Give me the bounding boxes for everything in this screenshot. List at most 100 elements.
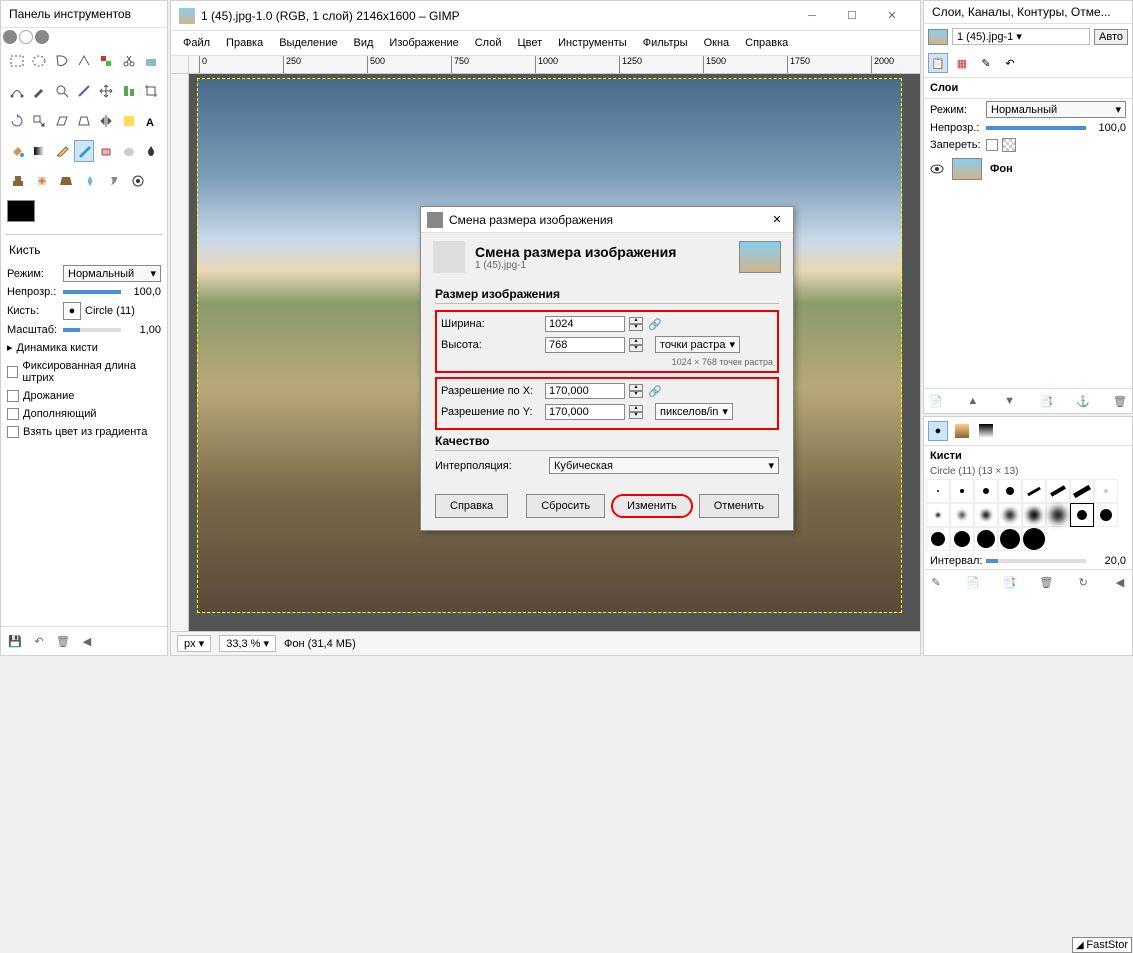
width-spinner[interactable]: ▴▾: [629, 317, 643, 331]
cancel-button[interactable]: Отменить: [699, 494, 779, 518]
raise-layer-icon[interactable]: ▲: [965, 393, 981, 409]
menu-filters[interactable]: Фильтры: [635, 33, 696, 53]
paintbrush-tool[interactable]: [74, 140, 94, 162]
channels-tab-icon[interactable]: ▦: [952, 53, 972, 73]
pencil-tool[interactable]: [52, 140, 72, 162]
brush-preview-icon[interactable]: ●: [63, 302, 81, 320]
layer-row[interactable]: Фон: [924, 154, 1132, 184]
fixed-length-checkbox[interactable]: [7, 366, 18, 378]
res-unit-select[interactable]: пикселов/in▾: [655, 403, 733, 420]
height-input[interactable]: [545, 337, 625, 353]
layers-tab-icon[interactable]: 📋: [928, 53, 948, 73]
patterns-tab-icon[interactable]: [952, 421, 972, 441]
measure-tool[interactable]: [74, 80, 94, 102]
res-y-spinner[interactable]: ▴▾: [629, 405, 643, 419]
clone-tool[interactable]: [7, 170, 29, 192]
interval-slider[interactable]: [986, 559, 1086, 563]
brush-cell[interactable]: [950, 527, 974, 551]
ink-tool[interactable]: [141, 140, 161, 162]
brush-cell[interactable]: [998, 479, 1022, 503]
bucket-fill-tool[interactable]: [7, 140, 27, 162]
scale-tool[interactable]: [29, 110, 49, 132]
edit-brush-icon[interactable]: ✎: [928, 574, 944, 590]
visibility-icon[interactable]: [930, 162, 944, 176]
expand-icon[interactable]: ▸: [7, 341, 13, 354]
reset-options-icon[interactable]: ◀: [79, 633, 95, 649]
lock-pixels-checkbox[interactable]: [986, 139, 998, 151]
heal-tool[interactable]: [31, 170, 53, 192]
align-tool[interactable]: [118, 80, 138, 102]
gradients-tab-icon[interactable]: [976, 421, 996, 441]
brush-cell[interactable]: [1046, 479, 1070, 503]
by-color-select-tool[interactable]: [96, 50, 116, 72]
opacity-slider[interactable]: [63, 290, 121, 294]
scissors-tool[interactable]: [118, 50, 138, 72]
lower-layer-icon[interactable]: ▼: [1002, 393, 1018, 409]
brush-cell[interactable]: [998, 527, 1022, 551]
duplicate-layer-icon[interactable]: 📑: [1038, 393, 1054, 409]
save-options-icon[interactable]: 💾: [7, 633, 23, 649]
unit-select[interactable]: px ▾: [177, 635, 211, 652]
brush-cell-selected[interactable]: [1070, 503, 1094, 527]
open-brush-icon[interactable]: ◀: [1112, 574, 1128, 590]
brush-cell[interactable]: [1070, 479, 1094, 503]
flip-tool[interactable]: [96, 110, 116, 132]
res-x-spinner[interactable]: ▴▾: [629, 384, 643, 398]
rotate-tool[interactable]: [7, 110, 27, 132]
delete-layer-icon[interactable]: 🗑: [1112, 393, 1128, 409]
brush-cell[interactable]: [926, 527, 950, 551]
brush-cell[interactable]: [1046, 503, 1070, 527]
text-tool[interactable]: A: [141, 110, 161, 132]
menu-color[interactable]: Цвет: [509, 33, 550, 53]
perspective-tool[interactable]: [74, 110, 94, 132]
eraser-tool[interactable]: [96, 140, 116, 162]
menu-help[interactable]: Справка: [737, 33, 796, 53]
auto-button[interactable]: Авто: [1094, 29, 1128, 45]
brush-cell[interactable]: [974, 503, 998, 527]
height-spinner[interactable]: ▴▾: [629, 338, 643, 352]
menu-view[interactable]: Вид: [346, 33, 382, 53]
move-tool[interactable]: [96, 80, 116, 102]
paths-tab-icon[interactable]: ✎: [976, 53, 996, 73]
new-layer-icon[interactable]: 📄: [928, 393, 944, 409]
brush-cell[interactable]: [926, 503, 950, 527]
res-link-icon[interactable]: 🔗: [647, 385, 663, 398]
zoom-select[interactable]: 33,3 % ▾: [219, 635, 276, 652]
foreground-select-tool[interactable]: [141, 50, 161, 72]
reset-button[interactable]: Сбросить: [526, 494, 605, 518]
brush-cell[interactable]: [998, 503, 1022, 527]
jitter-checkbox[interactable]: [7, 390, 19, 402]
minimize-button[interactable]: ─: [792, 2, 832, 30]
blur-tool[interactable]: [79, 170, 101, 192]
brush-cell[interactable]: [1022, 479, 1046, 503]
free-select-tool[interactable]: [52, 50, 72, 72]
delete-brush-icon[interactable]: 🗑: [1038, 574, 1054, 590]
brush-cell[interactable]: [974, 527, 998, 551]
menu-windows[interactable]: Окна: [696, 33, 738, 53]
perspective-clone-tool[interactable]: [55, 170, 77, 192]
maximize-button[interactable]: ☐: [832, 2, 872, 30]
crop-tool[interactable]: [141, 80, 161, 102]
width-input[interactable]: [545, 316, 625, 332]
shear-tool[interactable]: [52, 110, 72, 132]
gradient-color-checkbox[interactable]: [7, 426, 19, 438]
res-y-input[interactable]: [545, 404, 625, 420]
menu-file[interactable]: Файл: [175, 33, 218, 53]
size-unit-select[interactable]: точки растра▾: [655, 336, 740, 353]
ellipse-select-tool[interactable]: [29, 50, 49, 72]
brush-cell[interactable]: [1022, 503, 1046, 527]
rect-select-tool[interactable]: [7, 50, 27, 72]
menu-layer[interactable]: Слой: [467, 33, 510, 53]
brush-cell[interactable]: [950, 479, 974, 503]
brushes-tab-icon[interactable]: ●: [928, 421, 948, 441]
incremental-checkbox[interactable]: [7, 408, 19, 420]
brush-cell[interactable]: [974, 479, 998, 503]
paths-tool[interactable]: [7, 80, 27, 102]
brush-cell[interactable]: [1022, 527, 1046, 551]
link-icon[interactable]: 🔗: [647, 318, 663, 331]
anchor-layer-icon[interactable]: ⚓: [1075, 393, 1091, 409]
duplicate-brush-icon[interactable]: 📑: [1002, 574, 1018, 590]
undo-tab-icon[interactable]: ↶: [1000, 53, 1020, 73]
res-x-input[interactable]: [545, 383, 625, 399]
brush-cell[interactable]: [1094, 479, 1118, 503]
